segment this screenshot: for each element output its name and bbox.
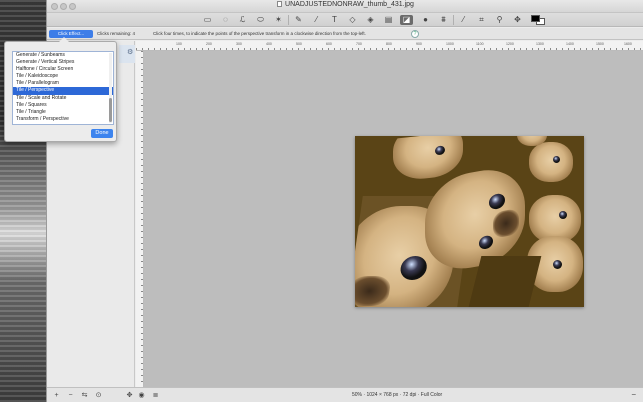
paint-bucket-icon[interactable]: ◈: [364, 15, 377, 25]
zoom-out-button[interactable]: −: [631, 390, 636, 399]
effect-list-item[interactable]: Tile / Scale and Rotate: [13, 95, 113, 102]
duplicate-layer-icon[interactable]: ⇆: [80, 391, 89, 400]
ruler-label: 700: [356, 42, 362, 46]
pug-face: [393, 136, 463, 182]
click-effect-button[interactable]: Click Effect...: [49, 30, 93, 38]
pug-eye: [553, 260, 562, 269]
magic-wand-icon[interactable]: ✶: [272, 15, 285, 25]
image-tile: [468, 256, 542, 307]
effect-list-item[interactable]: Transform / Perspective: [13, 116, 113, 123]
gradient-icon[interactable]: ▤: [382, 15, 395, 25]
tools-toolbar: ▭ ◌ ℒ ⬭ ✶ ✎ ⁄ T ◇ ◈ ▤ ◪ ● ⩩ ⁄ ⌗ ⚲ ✥: [47, 13, 643, 27]
ruler-label: 1400: [566, 42, 574, 46]
effect-chooser-popup: Generate / Sunbeams Generate / Vertical …: [4, 37, 117, 142]
effect-list-item[interactable]: Tile / Squares: [13, 102, 113, 109]
horizontal-ruler: 100 200 300 400 500 600 700 800 900 1000…: [136, 41, 643, 51]
effect-list-item[interactable]: Tile / Kaleidoscope: [13, 73, 113, 80]
done-button[interactable]: Done: [91, 129, 113, 138]
ruler-label: 100: [176, 42, 182, 46]
ruler-label: 400: [266, 42, 272, 46]
brush-icon[interactable]: ⁄: [310, 15, 323, 25]
effect-list-item[interactable]: Generate / Vertical Stripes: [13, 59, 113, 66]
effect-list[interactable]: Generate / Sunbeams Generate / Vertical …: [12, 51, 114, 125]
ruler-label: 600: [326, 42, 332, 46]
ellipse-select-icon[interactable]: ◌: [219, 15, 232, 25]
pug-eye: [559, 211, 567, 219]
ruler-label: 300: [236, 42, 242, 46]
document-icon: [277, 1, 283, 7]
polygon-lasso-icon[interactable]: ⬭: [254, 15, 267, 25]
crop-icon[interactable]: ⌗: [475, 15, 488, 25]
canvas-area[interactable]: [144, 51, 643, 387]
add-layer-icon[interactable]: +: [52, 391, 61, 400]
lasso-icon[interactable]: ℒ: [236, 15, 249, 25]
pug-eye: [553, 156, 560, 163]
toolbar-divider: [288, 15, 289, 25]
app-window: UNADJUSTEDNONRAW_thumb_431.jpg ▭ ◌ ℒ ⬭ ✶…: [46, 0, 643, 402]
ruler-label: 800: [386, 42, 392, 46]
layers-icon[interactable]: ≣: [151, 391, 160, 400]
gear-icon[interactable]: ⚙: [127, 48, 133, 56]
ruler-label: 1200: [506, 42, 514, 46]
effect-list-item[interactable]: Halftone / Circular Screen: [13, 66, 113, 73]
pencil-icon[interactable]: ✎: [292, 15, 305, 25]
remove-layer-icon[interactable]: −: [66, 391, 75, 400]
options-bar: Click Effect... Clicks remaining: 4 Clic…: [47, 28, 643, 40]
effect-list-item[interactable]: Generate / Sunbeams: [13, 52, 113, 59]
move-layer-icon[interactable]: ✥: [125, 391, 134, 400]
effect-list-item[interactable]: Tile / Triangle: [13, 109, 113, 116]
image-info-text: 50% · 1024 × 768 px · 72 dpi · Full Colo…: [352, 392, 443, 398]
status-bar: + − ⇆ ⊙ ✥ ◉ ≣ 50% · 1024 × 768 px · 72 d…: [47, 387, 643, 402]
eraser-icon[interactable]: ◇: [346, 15, 359, 25]
rect-select-icon[interactable]: ▭: [201, 15, 214, 25]
ruler-label: 1500: [596, 42, 604, 46]
layer-settings-icon[interactable]: ⊙: [94, 391, 103, 400]
ruler-label: 900: [416, 42, 422, 46]
ruler-label: 1100: [476, 42, 484, 46]
effect-list-item-selected[interactable]: Tile / Perspective: [13, 87, 113, 95]
ruler-label: 1300: [536, 42, 544, 46]
help-icon[interactable]: ?: [411, 30, 419, 38]
instruction-text: Click four times, to indicate the points…: [153, 31, 366, 36]
toolbar-divider: [453, 15, 454, 25]
zoom-icon[interactable]: ⚲: [493, 15, 506, 25]
window-title-wrap: UNADJUSTEDNONRAW_thumb_431.jpg: [47, 1, 643, 8]
list-scrollbar-thumb[interactable]: [109, 98, 112, 122]
effects-icon[interactable]: ◪: [400, 15, 413, 25]
image-tile: [515, 136, 584, 196]
popup-arrow: [59, 37, 69, 42]
ruler-label: 200: [206, 42, 212, 46]
effect-list-item[interactable]: Tile / Parallelogram: [13, 80, 113, 87]
document-image[interactable]: [355, 136, 584, 307]
text-icon[interactable]: T: [328, 15, 341, 25]
clicks-remaining-label: Clicks remaining: 4: [97, 31, 136, 36]
vertical-ruler: [136, 51, 144, 387]
pug-face: [529, 142, 573, 182]
ruler-label: 1000: [446, 42, 454, 46]
dropper-fill-icon[interactable]: ●: [419, 15, 432, 25]
move-icon[interactable]: ✥: [511, 15, 524, 25]
clone-stamp-icon[interactable]: ⩩: [437, 15, 450, 25]
title-bar: UNADJUSTEDNONRAW_thumb_431.jpg: [47, 0, 643, 13]
ruler-label: 500: [296, 42, 302, 46]
window-title: UNADJUSTEDNONRAW_thumb_431.jpg: [285, 1, 414, 8]
foreground-color-swatch[interactable]: [531, 15, 540, 22]
visibility-icon[interactable]: ◉: [137, 391, 146, 400]
ruler-label: 1600: [624, 42, 632, 46]
eyedropper-icon[interactable]: ⁄: [457, 15, 470, 25]
